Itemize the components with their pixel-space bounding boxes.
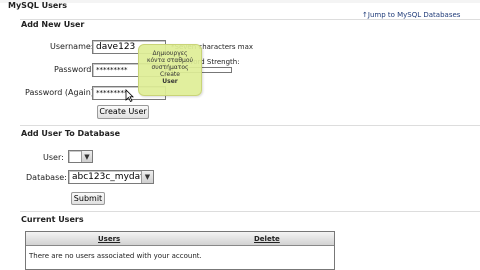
mouse-pointer-icon <box>125 89 134 102</box>
translation-tooltip: Δημιουργες κόντα σταθμού συστήματος Crea… <box>138 44 202 96</box>
jump-link-label: Jump to MySQL Databases <box>367 11 461 19</box>
tooltip-line: User <box>162 78 178 85</box>
username-label: Username: <box>50 42 94 51</box>
tooltip-line: συστήματος <box>151 64 189 71</box>
column-header-users[interactable]: Users <box>98 235 120 243</box>
create-user-button[interactable]: Create User <box>97 105 149 119</box>
empty-table-message: There are no users associated with your … <box>29 252 202 260</box>
dropdown-arrow-icon: ▼ <box>81 151 92 162</box>
current-users-heading: Current Users <box>21 215 84 224</box>
tooltip-line: κόντα σταθμού <box>146 57 194 64</box>
tooltip-line: Create <box>160 71 180 78</box>
divider <box>20 125 480 126</box>
tooltip-line: Δημιουργες <box>152 50 188 57</box>
submit-button[interactable]: Submit <box>71 192 105 205</box>
divider <box>20 19 480 20</box>
user-select-value <box>69 151 81 162</box>
password-label: Password: <box>54 65 95 74</box>
database-select[interactable]: abc123c_mydata ▼ <box>68 170 154 184</box>
current-users-table: Users Delete There are no users associat… <box>25 231 335 270</box>
jump-to-databases-link[interactable]: ↑Jump to MySQL Databases <box>362 11 460 19</box>
section-title: MySQL Users <box>8 1 68 10</box>
user-select[interactable]: ▼ <box>68 150 93 163</box>
database-select-value: abc123c_mydata <box>72 172 141 182</box>
dropdown-arrow-icon: ▼ <box>141 171 153 183</box>
top-band <box>0 0 480 3</box>
add-user-to-database-heading: Add User To Database <box>21 129 121 138</box>
user-label: User: <box>43 153 64 162</box>
table-header: Users Delete <box>26 232 334 246</box>
column-header-delete: Delete <box>254 235 280 243</box>
password-again-label: Password (Again): <box>25 88 97 97</box>
divider <box>20 211 480 212</box>
add-new-user-heading: Add New User <box>21 20 85 29</box>
database-label: Database: <box>26 173 67 182</box>
